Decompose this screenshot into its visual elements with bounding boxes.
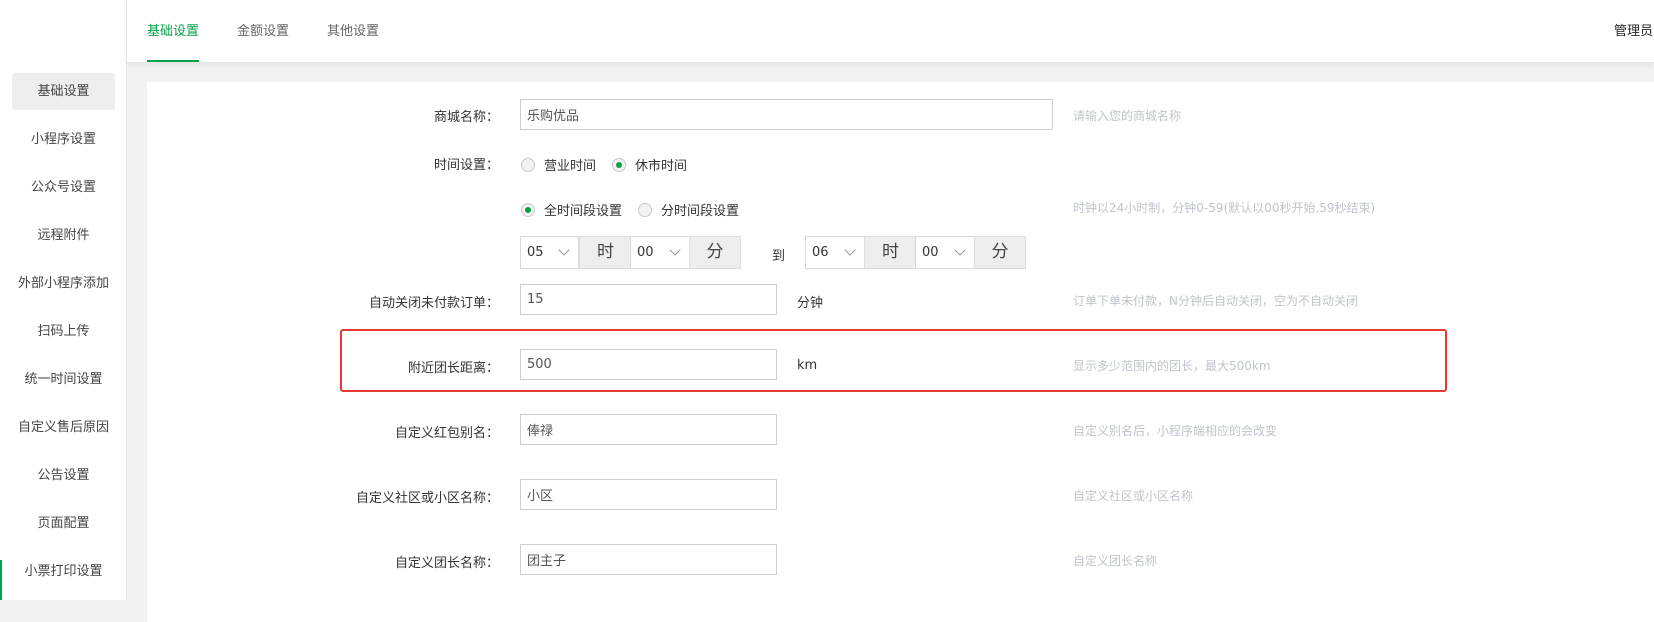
- full-time-range-label: 全时间段设置: [544, 204, 623, 219]
- tab-amount-settings[interactable]: 金额设置: [237, 0, 289, 62]
- nearby-distance-unit: km: [797, 358, 818, 373]
- start-minute-select[interactable]: 00: [630, 236, 690, 269]
- community-name-input[interactable]: [520, 479, 777, 510]
- sidebar: 基础设置 小程序设置 公众号设置 远程附件 外部小程序添加 扫码上传 统一时间设…: [0, 0, 127, 600]
- sidebar-item-basic-settings[interactable]: 基础设置: [12, 73, 115, 110]
- start-minute-value: 00: [637, 245, 654, 260]
- shop-name-hint: 请输入您的商城名称: [1073, 109, 1182, 123]
- sidebar-item-receipt-print[interactable]: 小票打印设置: [12, 553, 115, 590]
- sidebar-item-announcement[interactable]: 公告设置: [12, 457, 115, 494]
- leader-name-input[interactable]: [520, 544, 777, 575]
- time-format-hint: 时钟以24小时制，分钟0-59(默认以00秒开始,59秒结束): [1073, 201, 1376, 215]
- end-hour-select[interactable]: 06: [805, 236, 865, 269]
- nearby-distance-hint: 显示多少范围内的团长，最大500km: [1073, 359, 1271, 373]
- auto-close-hint: 订单下单未付款，N分钟后自动关闭，空为不自动关闭: [1073, 294, 1358, 308]
- redpacket-alias-input[interactable]: [520, 414, 777, 445]
- business-hours-radio[interactable]: 营业时间: [521, 155, 596, 174]
- minute-unit-box: 分: [689, 236, 741, 269]
- start-hour-select[interactable]: 05: [520, 236, 579, 269]
- end-minute-select[interactable]: 00: [915, 236, 975, 269]
- sidebar-active-accent: [0, 560, 2, 600]
- split-time-range-radio[interactable]: 分时间段设置: [638, 200, 739, 219]
- sidebar-item-miniprogram-settings[interactable]: 小程序设置: [12, 121, 115, 158]
- nearby-distance-input[interactable]: [520, 349, 777, 380]
- radio-circle-checked: [612, 157, 626, 172]
- split-time-range-label: 分时间段设置: [661, 204, 740, 219]
- nearby-distance-label: 附近团长距离：: [407, 361, 499, 376]
- start-hour-value: 05: [527, 245, 544, 260]
- time-setting-label: 时间设置：: [433, 158, 499, 173]
- to-label: 到: [772, 249, 786, 264]
- end-minute-value: 00: [922, 245, 939, 260]
- sidebar-item-aftersale-reasons[interactable]: 自定义售后原因: [12, 409, 115, 446]
- radio-circle: [638, 202, 652, 217]
- shop-name-input[interactable]: [520, 99, 1053, 130]
- community-name-label: 自定义社区或小区名称：: [355, 491, 499, 506]
- radio-circle-checked: [521, 202, 535, 217]
- end-hour-value: 06: [812, 245, 829, 260]
- sidebar-item-scan-upload[interactable]: 扫码上传: [12, 313, 115, 350]
- tab-basic-settings[interactable]: 基础设置: [147, 0, 200, 62]
- shop-name-label: 商城名称：: [433, 110, 499, 125]
- chevron-down-icon: [954, 244, 966, 256]
- sidebar-item-external-miniprogram[interactable]: 外部小程序添加: [12, 265, 115, 302]
- hour-unit-box: 时: [579, 236, 632, 269]
- hour-unit-box: 时: [864, 236, 917, 269]
- tab-other-settings[interactable]: 其他设置: [327, 0, 379, 62]
- community-name-hint: 自定义社区或小区名称: [1073, 489, 1194, 503]
- market-closed-label: 休市时间: [635, 159, 688, 174]
- minute-unit-box: 分: [974, 236, 1026, 269]
- redpacket-alias-label: 自定义红包别名：: [394, 426, 499, 441]
- sidebar-item-page-config[interactable]: 页面配置: [12, 505, 115, 542]
- chevron-down-icon: [558, 244, 570, 256]
- radio-circle: [521, 157, 535, 172]
- auto-close-label: 自动关闭未付款订单：: [368, 296, 499, 311]
- auto-close-input[interactable]: [520, 284, 777, 315]
- sidebar-item-remote-attachment[interactable]: 远程附件: [12, 217, 115, 254]
- admin-menu[interactable]: 管理员: [1614, 0, 1654, 62]
- leader-name-label: 自定义团长名称：: [394, 556, 499, 571]
- market-closed-radio[interactable]: 休市时间: [612, 155, 687, 174]
- business-hours-label: 营业时间: [544, 159, 597, 174]
- leader-name-hint: 自定义团长名称: [1073, 554, 1158, 568]
- sidebar-item-unified-time[interactable]: 统一时间设置: [12, 361, 115, 398]
- full-time-range-radio[interactable]: 全时间段设置: [521, 200, 622, 219]
- chevron-down-icon: [669, 244, 681, 256]
- redpacket-alias-hint: 自定义别名后，小程序端相应的会改变: [1073, 424, 1278, 438]
- chevron-down-icon: [844, 244, 856, 256]
- top-tab-bar: 基础设置 金额设置 其他设置 管理员: [127, 0, 1654, 63]
- auto-close-unit: 分钟: [797, 296, 824, 311]
- sidebar-item-official-account-settings[interactable]: 公众号设置: [12, 169, 115, 206]
- highlight-box: [340, 329, 1447, 392]
